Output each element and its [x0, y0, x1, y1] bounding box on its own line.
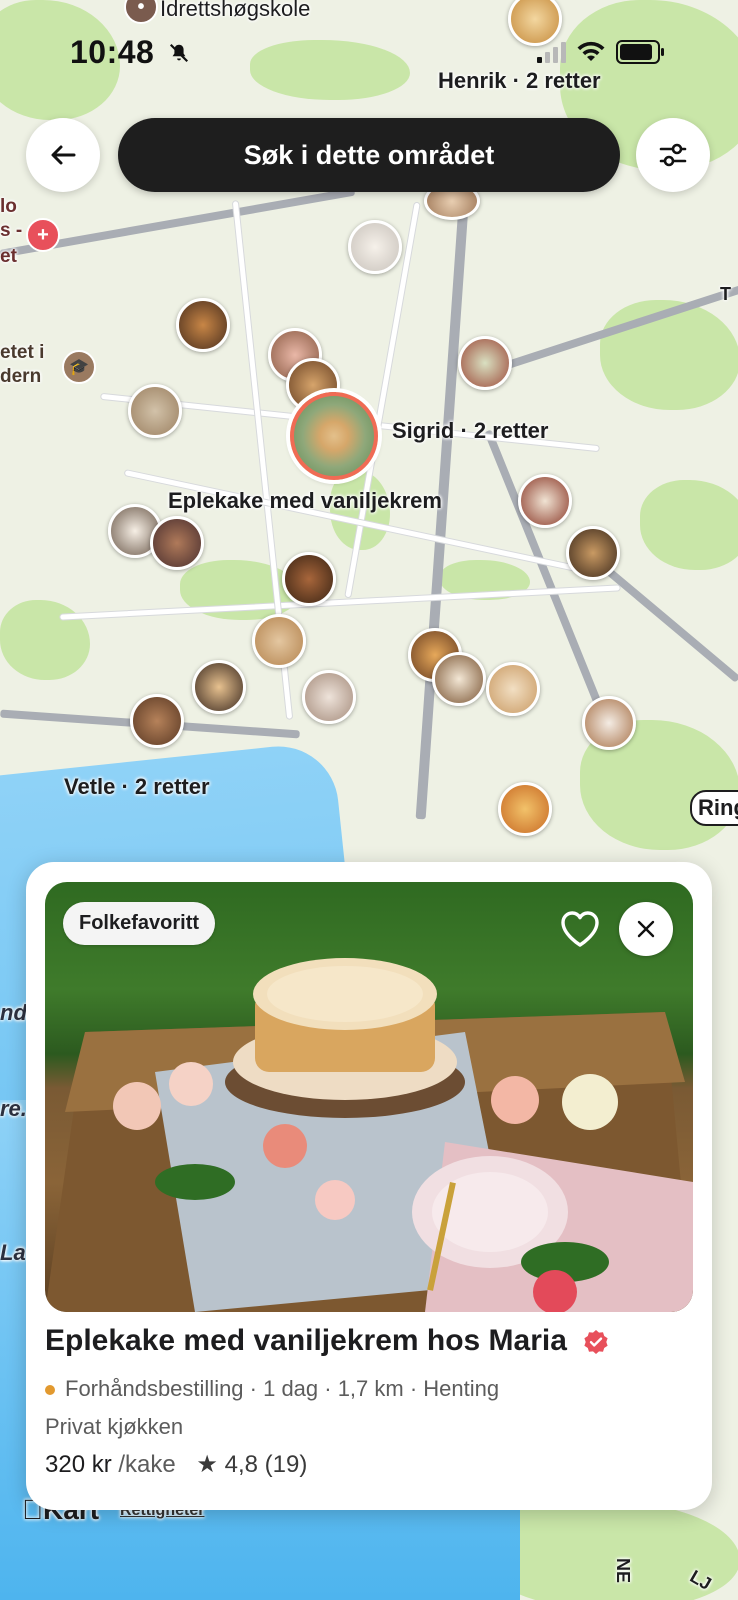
price-line: 320 kr /kake ★ 4,8 (19): [45, 1450, 307, 1479]
popular-badge: Folkefavoritt: [63, 902, 216, 945]
map-place-label: etet i: [0, 342, 45, 363]
dish-pin[interactable]: [518, 474, 572, 528]
availability-text: Forhåndsbestilling · 1 dag · 1,7 km · He…: [65, 1376, 500, 1401]
status-time: 10:48: [70, 34, 155, 70]
map-place-label: T: [720, 284, 731, 304]
listing-title-text: Eplekake med vaniljekrem hos Maria: [45, 1324, 567, 1357]
map-place-label: NE: [613, 1557, 634, 1584]
hospital-poi-icon[interactable]: +: [26, 218, 60, 252]
dish-pin[interactable]: [130, 694, 184, 748]
availability-line: Forhåndsbestilling · 1 dag · 1,7 km · He…: [45, 1376, 499, 1402]
close-icon: [637, 920, 655, 938]
price-unit: /kake: [118, 1451, 176, 1478]
map-water-label: re.: [0, 1096, 27, 1121]
road-shield-label: Ring: [690, 790, 738, 826]
close-card-button[interactable]: [619, 902, 673, 956]
map-place-label: dern: [0, 366, 42, 387]
park-area: [0, 600, 90, 680]
sliders-icon: [659, 143, 687, 167]
dish-pin[interactable]: [192, 660, 246, 714]
road: [415, 120, 475, 820]
silent-mode-icon: [169, 43, 189, 63]
selected-dish-label[interactable]: Eplekake med vaniljekrem: [168, 488, 442, 514]
price: 320 kr: [45, 1451, 112, 1478]
dish-pin[interactable]: [498, 782, 552, 836]
cluster-label-henrik[interactable]: Henrik · 2 retter: [438, 68, 601, 94]
map-place-label: lo: [0, 196, 17, 217]
dish-pin[interactable]: [282, 552, 336, 606]
battery-icon: [616, 40, 664, 64]
dish-pin[interactable]: [302, 670, 356, 724]
map-place-label: et: [0, 246, 17, 267]
cellular-signal-icon: [537, 41, 566, 63]
listing-card[interactable]: Folkefavoritt Eplekake med vaniljekrem h…: [26, 862, 712, 1510]
school-poi-icon[interactable]: 🎓: [62, 350, 96, 384]
dish-pin[interactable]: [252, 614, 306, 668]
filter-button[interactable]: [636, 118, 710, 192]
park-area: [250, 40, 410, 100]
map-place-label: Idrettshøgskole: [160, 0, 311, 21]
landmark-poi-icon[interactable]: •: [124, 0, 158, 24]
cluster-label-sigrid[interactable]: Sigrid · 2 retter: [392, 418, 548, 444]
park-area: [640, 480, 738, 570]
dish-photo[interactable]: Folkefavoritt: [45, 882, 693, 1312]
arrow-left-icon: [51, 145, 76, 165]
wifi-icon: [577, 41, 605, 61]
selected-dish-pin[interactable]: [290, 392, 378, 480]
dish-pin[interactable]: [432, 652, 486, 706]
dish-pin[interactable]: [566, 526, 620, 580]
map-water-label: La: [0, 1240, 26, 1265]
dish-pin[interactable]: [128, 384, 182, 438]
street: [60, 585, 620, 620]
screen: • + 🎓 Idrettshøgskole Henrik · 2 retter …: [0, 0, 738, 1600]
map-water-label: nd: [0, 1000, 27, 1025]
cluster-label-vetle[interactable]: Vetle · 2 retter: [64, 774, 210, 800]
road: [597, 560, 738, 683]
rating: ★ 4,8 (19): [196, 1451, 308, 1478]
dish-pin[interactable]: [150, 516, 204, 570]
heart-icon: [561, 911, 599, 947]
kitchen-type: Privat kjøkken: [45, 1414, 184, 1439]
dish-pin[interactable]: [582, 696, 636, 750]
listing-title[interactable]: Eplekake med vaniljekrem hos Maria: [45, 1324, 609, 1358]
map-place-label: s -: [0, 220, 23, 241]
search-this-area-button[interactable]: Søk i dette området: [118, 118, 620, 192]
dish-pin[interactable]: [348, 220, 402, 274]
dish-pin[interactable]: [176, 298, 230, 352]
verified-seller-icon: [584, 1330, 608, 1355]
dish-pin[interactable]: [486, 662, 540, 716]
status-icons: [537, 40, 664, 64]
back-button[interactable]: [26, 118, 100, 192]
favorite-button[interactable]: [555, 904, 605, 954]
availability-dot: [45, 1385, 55, 1396]
dish-pin[interactable]: [458, 336, 512, 390]
